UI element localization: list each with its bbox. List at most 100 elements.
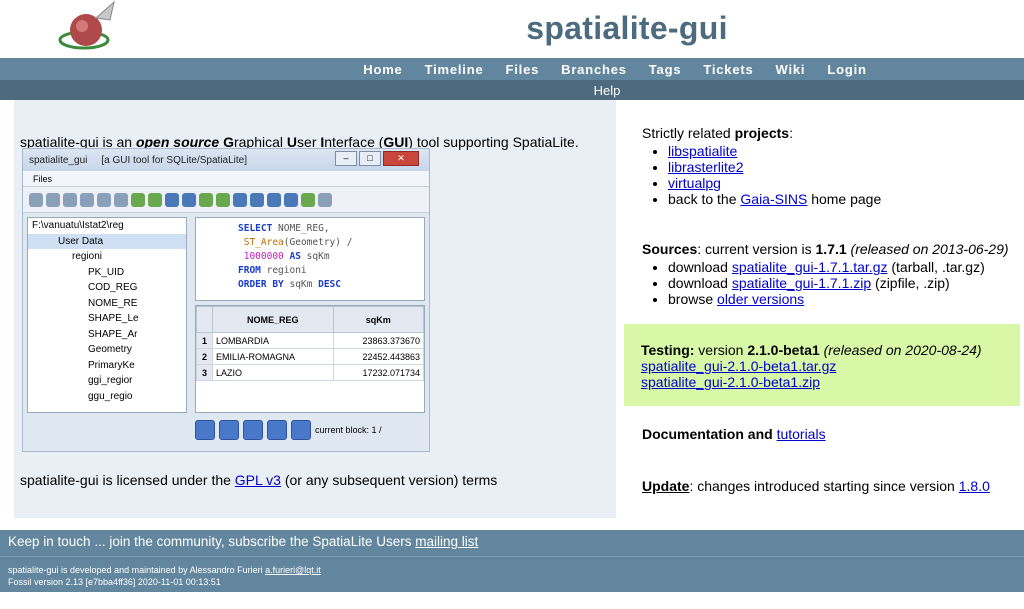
email-link[interactable]: a.furieri@lqt.it	[265, 565, 321, 575]
toolbar-icon	[46, 192, 60, 207]
related-projects: Strictly related projects: libspatialite…	[642, 125, 881, 207]
testing-released: (released on 2020-08-24)	[819, 342, 982, 358]
toolbar-icon	[267, 192, 281, 207]
mailing-list-link[interactable]: mailing list	[415, 534, 478, 549]
toolbar-icon	[182, 192, 196, 207]
dl-prefix: download	[668, 259, 732, 275]
prev-page-icon	[219, 420, 239, 440]
site-header: spatialite-gui	[0, 0, 1024, 58]
menu-login[interactable]: Login	[816, 62, 877, 77]
tree-item: SHAPE_Ar	[88, 328, 138, 340]
sql-token: FROM	[238, 265, 261, 276]
menu-wiki[interactable]: Wiki	[765, 62, 817, 77]
gpl-link[interactable]: GPL v3	[235, 472, 281, 488]
toolbar-icon	[216, 192, 230, 207]
cell-value: 23863.373670	[332, 332, 425, 349]
fossil-version: Fossil version 2.13 [e7bba4ff36] 2020-11…	[8, 577, 221, 587]
tree-item: regioni	[72, 251, 103, 262]
libspatialite-link[interactable]: libspatialite	[668, 143, 737, 159]
keep-in-touch-text: Keep in touch ... join the community, su…	[8, 534, 416, 549]
sql-token: 1000000	[243, 251, 284, 262]
testing-version: 2.1.0-beta1	[747, 342, 820, 358]
librasterlite2-link[interactable]: librasterlite2	[668, 159, 743, 175]
maintainer-text: spatialite-gui is developed and maintain…	[8, 565, 266, 575]
next-page-icon	[267, 420, 287, 440]
result-grid: NOME_REG sqKm 1 LOMBARDIA 23863.373670 2…	[195, 305, 425, 413]
table-row: 2 EMILIA-ROMAGNA 22452.443863	[196, 348, 425, 365]
credits-footer: spatialite-gui is developed and maintain…	[0, 556, 1024, 592]
version-1-8-0-link[interactable]: 1.8.0	[959, 478, 990, 494]
tree-item: PrimaryKe	[88, 359, 135, 371]
sources-section: Sources: current version is 1.7.1 (relea…	[642, 241, 1009, 307]
app-menu-files: Files	[23, 171, 429, 187]
sql-editor: SELECT NOME_REG, ST_Area(Geometry) / 100…	[195, 217, 425, 301]
beta-zipfile-link[interactable]: spatialite_gui-2.1.0-beta1.zip	[641, 374, 820, 390]
sql-token: SELECT	[238, 223, 273, 234]
sources-version: 1.7.1	[815, 241, 847, 257]
toolbar-icon	[63, 192, 77, 207]
menu-branches[interactable]: Branches	[550, 62, 638, 77]
zipfile-link[interactable]: spatialite_gui-1.7.1.zip	[732, 275, 871, 291]
sql-token: DESC	[318, 279, 341, 290]
menu-tickets[interactable]: Tickets	[692, 62, 764, 77]
cell-value: 22452.443863	[332, 348, 425, 365]
table-row: 1 LOMBARDIA 23863.373670	[196, 332, 425, 349]
tree-item: NOME_RE	[88, 297, 138, 309]
menu-tags[interactable]: Tags	[638, 62, 693, 77]
grid-navbar: current block: 1 /	[195, 417, 425, 443]
sub-menu: Help	[0, 80, 1024, 100]
sql-token: ORDER BY	[238, 279, 284, 290]
app-name: spatialite_gui	[29, 154, 88, 166]
sources-list: download spatialite_gui-1.7.1.tar.gz (ta…	[642, 259, 1009, 307]
dl-suffix: (tarball, .tar.gz)	[887, 259, 985, 275]
menu-home[interactable]: Home	[352, 62, 413, 77]
sql-token: sqKm	[300, 251, 330, 262]
maximize-icon: □	[359, 151, 381, 166]
toolbar-icon	[284, 192, 298, 207]
menu-timeline[interactable]: Timeline	[414, 62, 495, 77]
tutorials-link[interactable]: tutorials	[777, 426, 826, 442]
related-prefix: Strictly related	[642, 125, 735, 141]
app-subtitle: [a GUI tool for SQLite/SpatiaLite]	[101, 154, 248, 166]
tree-item: PK_UID	[88, 266, 125, 278]
sql-token: sqKm	[283, 279, 319, 290]
testing-label: Testing:	[641, 342, 695, 358]
gaia-sins-link[interactable]: Gaia-SINS	[740, 191, 807, 207]
sources-label: Sources	[642, 241, 698, 257]
menu-files[interactable]: Files	[495, 62, 551, 77]
testing-mid: version	[694, 342, 748, 358]
toolbar-icon	[131, 192, 145, 207]
sources-mid: : current version is	[697, 241, 816, 257]
toolbar-icon	[233, 192, 247, 207]
close-icon: ✕	[383, 151, 419, 166]
current-block: current block: 1 /	[315, 425, 382, 435]
list-item: librasterlite2	[668, 159, 881, 175]
table-row: 3 LAZIO 17232.071734	[196, 364, 425, 381]
toolbar-icon	[97, 192, 111, 207]
beta-tarball-link[interactable]: spatialite_gui-2.1.0-beta1.tar.gz	[641, 358, 836, 374]
cell-value: 17232.071734	[332, 364, 425, 381]
toolbar-icon	[301, 192, 315, 207]
older-versions-link[interactable]: older versions	[717, 291, 804, 307]
tree-item: SHAPE_Le	[88, 313, 139, 324]
sql-token: regioni	[260, 265, 307, 276]
license-suffix: (or any subsequent version) terms	[280, 472, 498, 488]
toolbar-icon	[165, 192, 179, 207]
related-bold: projects	[734, 125, 790, 141]
update-label: Update	[642, 478, 690, 494]
tree-item: ggi_regior	[88, 375, 133, 386]
list-item: virtualpg	[668, 175, 881, 191]
grid-corner	[196, 306, 213, 333]
refresh-icon	[243, 420, 263, 440]
testing-section: Testing: version 2.1.0-beta1 (released o…	[624, 324, 1020, 406]
submenu-help[interactable]: Help	[594, 83, 621, 98]
sql-token: NOME_REG,	[272, 223, 330, 234]
toolbar-icon	[148, 192, 162, 207]
doc-label: Documentation and	[642, 426, 777, 442]
license-text: spatialite-gui is licensed under the GPL…	[20, 472, 497, 488]
tarball-link[interactable]: spatialite_gui-1.7.1.tar.gz	[732, 259, 888, 275]
first-page-icon	[195, 420, 215, 440]
list-item: back to the Gaia-SINS home page	[668, 191, 881, 207]
virtualpg-link[interactable]: virtualpg	[668, 175, 721, 191]
browse-prefix: browse	[668, 291, 718, 307]
